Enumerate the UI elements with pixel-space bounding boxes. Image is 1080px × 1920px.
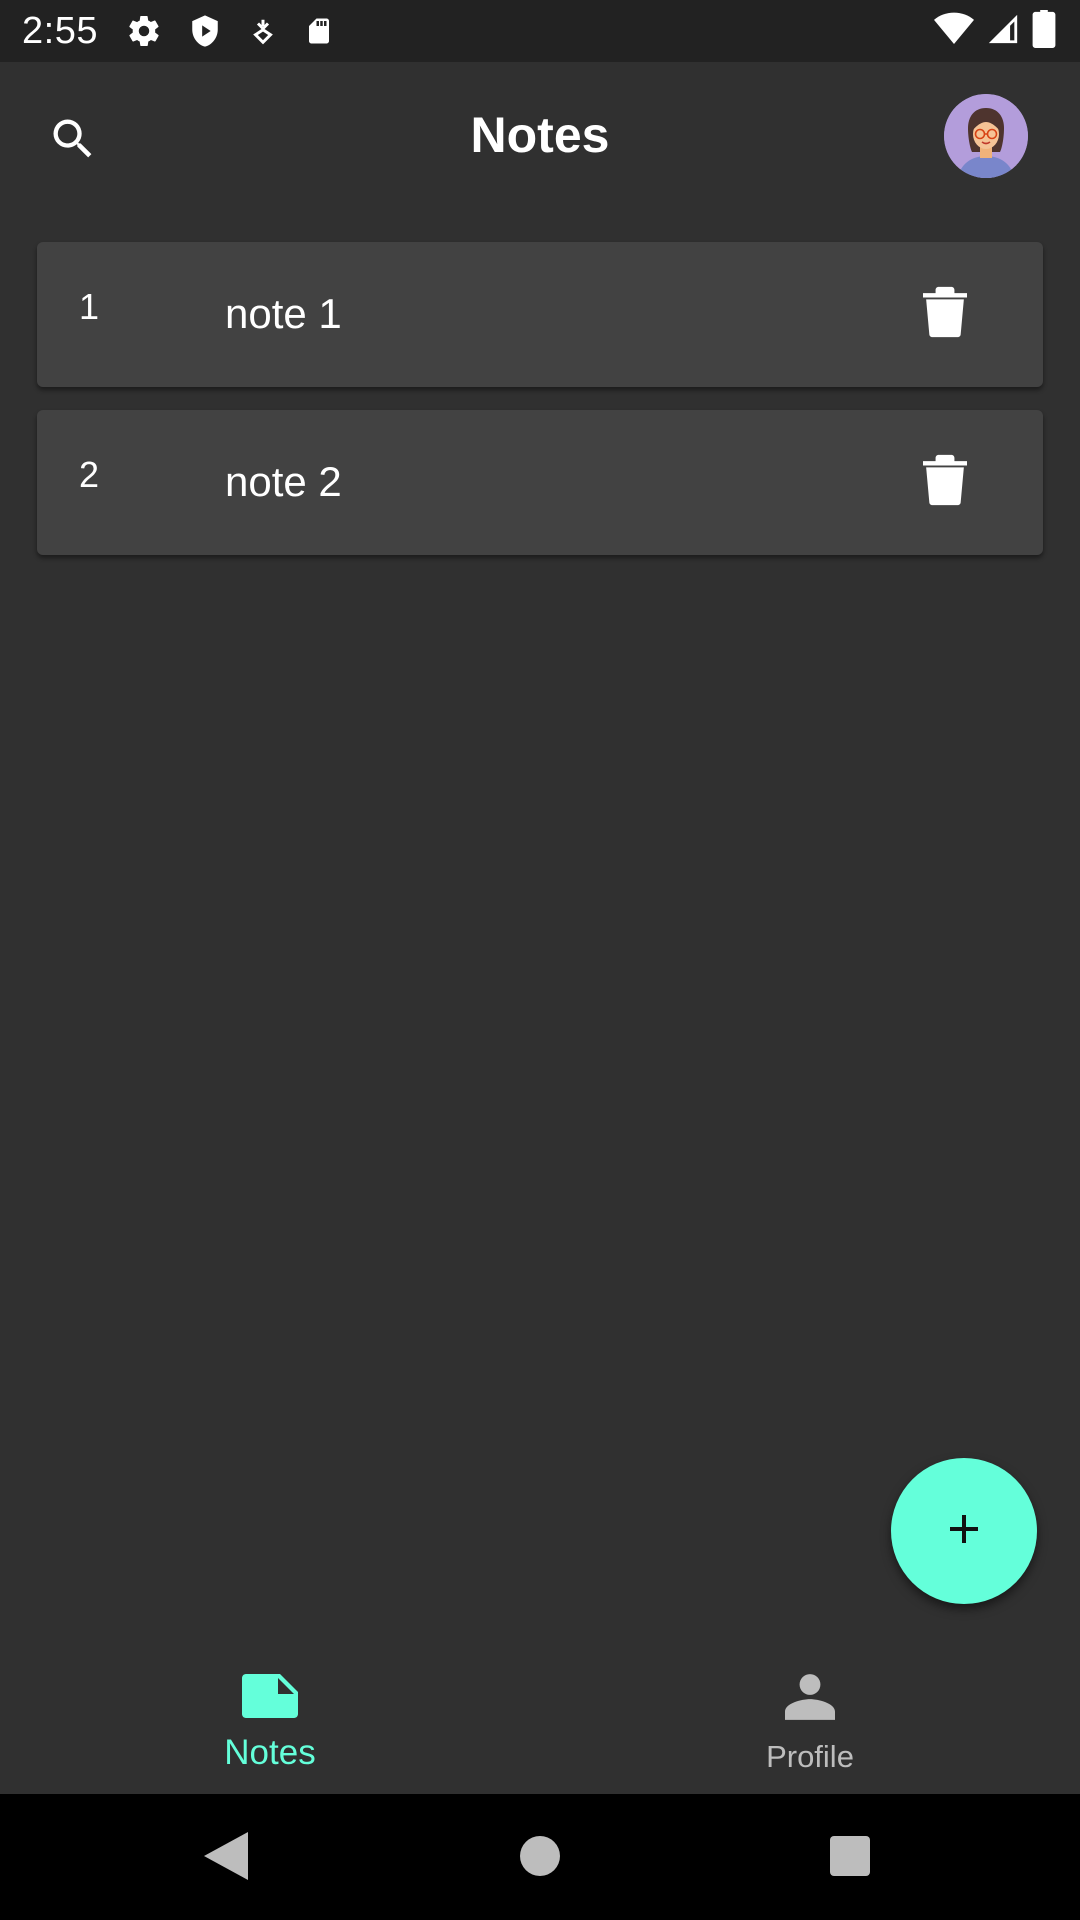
- bottom-navigation: Notes Profile: [0, 1640, 1080, 1794]
- note-id: 1: [79, 286, 100, 327]
- recents-button[interactable]: [822, 1830, 878, 1886]
- note-id: 2: [79, 454, 100, 495]
- avatar[interactable]: [944, 94, 1028, 178]
- wifi-icon: [934, 12, 974, 51]
- back-icon: [204, 1831, 248, 1885]
- signal-icon: [986, 12, 1020, 51]
- trash-icon: [923, 286, 967, 343]
- person-icon: [785, 1674, 835, 1725]
- status-time: 2:55: [22, 9, 98, 52]
- page-title: Notes: [470, 107, 610, 163]
- home-button[interactable]: [512, 1830, 568, 1886]
- trash-icon: [923, 454, 967, 511]
- note-title: note 1: [225, 290, 342, 337]
- note-icon: [242, 1674, 298, 1723]
- status-bar: 2:55: [0, 0, 1080, 62]
- screen: 2:55 Notes 1 note 1 2 note 2 Notes Profi…: [0, 0, 1080, 1920]
- download-icon: [248, 14, 278, 48]
- plus-icon: [940, 1505, 988, 1558]
- status-left-icons: [126, 13, 334, 49]
- note-title: note 2: [225, 458, 342, 505]
- nav-label-notes: Notes: [224, 1733, 316, 1772]
- add-note-button[interactable]: [891, 1458, 1037, 1604]
- recents-icon: [830, 1835, 870, 1881]
- battery-icon: [1032, 9, 1056, 53]
- app-bar: Notes: [0, 62, 1080, 212]
- notes-list: 1 note 1 2 note 2: [37, 242, 1043, 578]
- note-card[interactable]: 1 note 1: [37, 242, 1043, 387]
- back-button[interactable]: [198, 1830, 254, 1886]
- status-right-icons: [934, 0, 1056, 62]
- nav-item-notes[interactable]: Notes: [0, 1640, 540, 1794]
- note-card[interactable]: 2 note 2: [37, 410, 1043, 555]
- system-navigation-bar: [0, 1794, 1080, 1920]
- gear-icon: [126, 13, 162, 49]
- shield-icon: [188, 13, 222, 49]
- home-icon: [520, 1835, 560, 1881]
- sd-card-icon: [304, 13, 334, 49]
- nav-label-profile: Profile: [766, 1739, 854, 1774]
- delete-button[interactable]: [913, 282, 977, 346]
- delete-button[interactable]: [913, 450, 977, 514]
- nav-item-profile[interactable]: Profile: [540, 1640, 1080, 1794]
